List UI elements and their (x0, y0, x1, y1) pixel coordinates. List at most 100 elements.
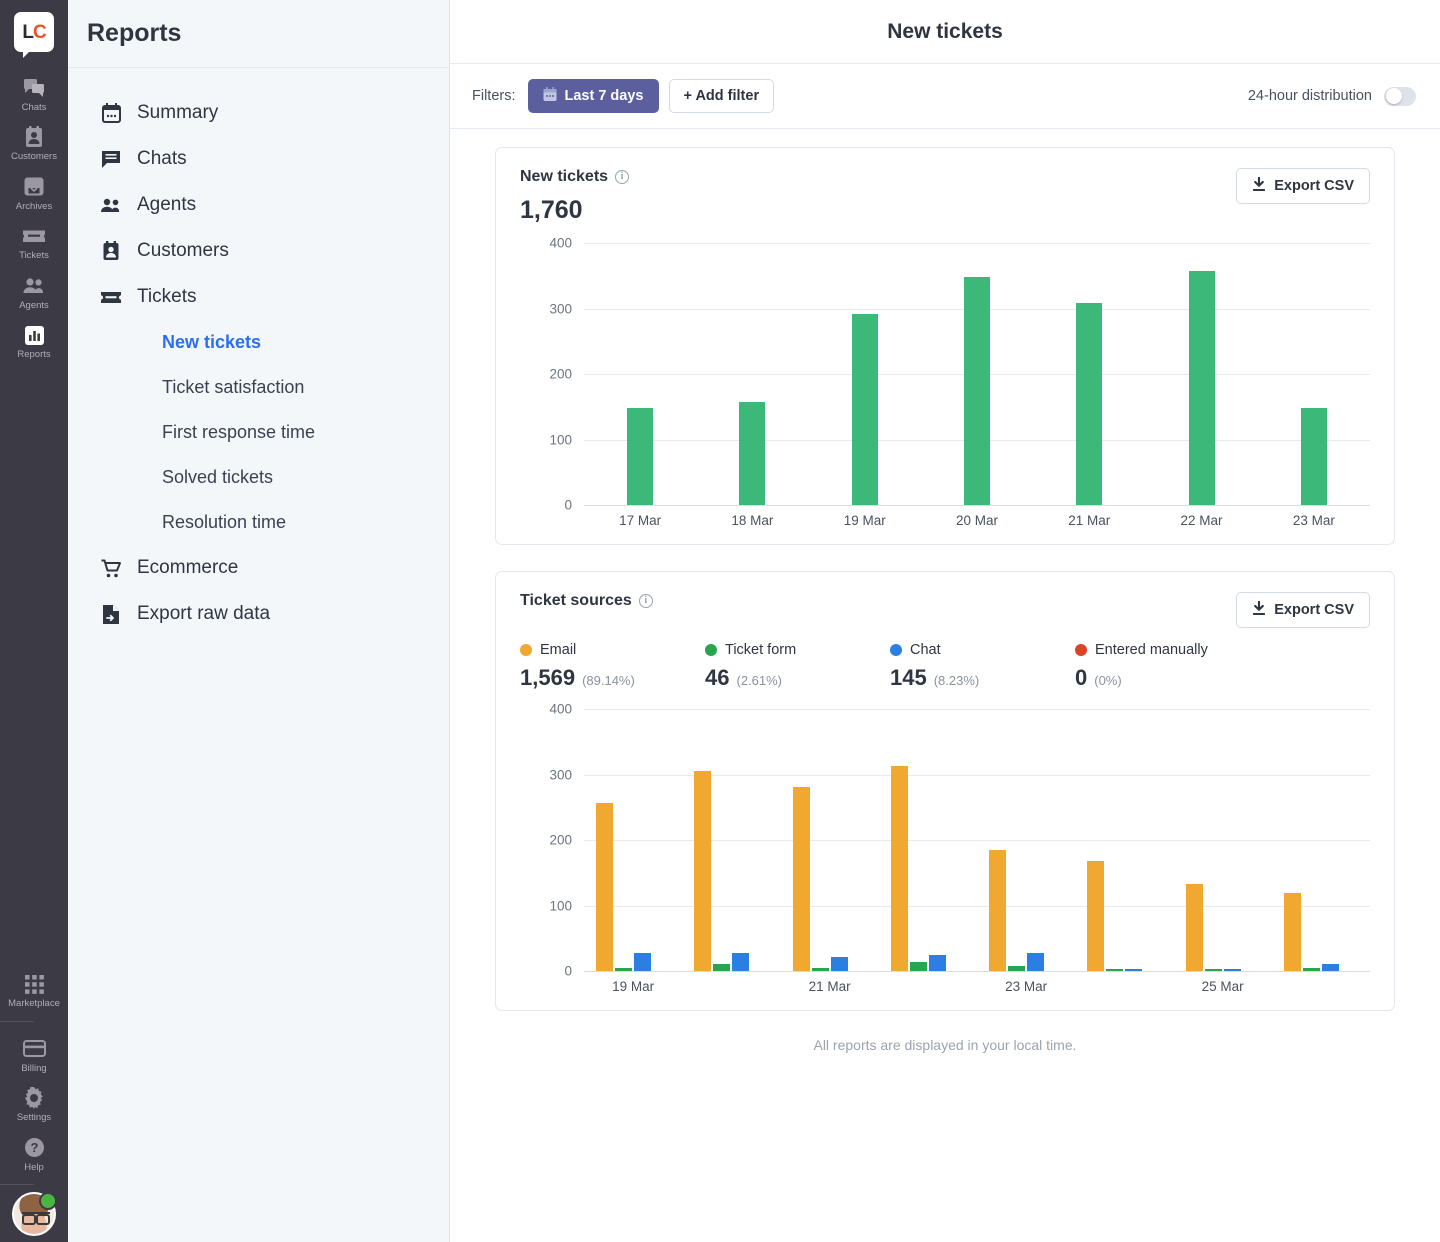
rail-item-archives[interactable]: Archives (0, 167, 68, 216)
sidebar-item-resolution-time[interactable]: Resolution time (68, 500, 449, 545)
global-nav-rail: LC Chats Customers Archives Tickets Agen… (0, 0, 68, 1242)
bar-group (584, 709, 682, 971)
sidebar-item-ticket-satisfaction[interactable]: Ticket satisfaction (68, 365, 449, 410)
bar-group (977, 709, 1075, 971)
avatar[interactable] (12, 1192, 57, 1236)
bar-email-26-Mar[interactable] (1283, 893, 1301, 971)
bar-new-tickets-19-Mar[interactable] (851, 314, 878, 505)
bar-email-20-Mar[interactable] (694, 770, 712, 971)
rail-item-agents[interactable]: Agents (0, 266, 68, 315)
bar-group (1272, 709, 1370, 971)
rail-item-billing[interactable]: Billing (0, 1029, 68, 1078)
bar-new-tickets-17-Mar[interactable] (627, 408, 654, 505)
x-axis-tick (682, 979, 780, 994)
bar-chat-25-Mar[interactable] (1223, 969, 1241, 971)
rail-item-marketplace[interactable]: Marketplace (0, 964, 68, 1013)
export-csv-button-new-tickets[interactable]: Export CSV (1236, 168, 1370, 204)
nav-item-export-raw-data[interactable]: Export raw data (68, 591, 449, 637)
bar-ticket-form-25-Mar[interactable] (1204, 969, 1222, 971)
bar-ticket-form-19-Mar[interactable] (615, 967, 633, 971)
24-hour-distribution-toggle[interactable] (1384, 86, 1416, 106)
legend-label: Entered manually (1095, 642, 1208, 658)
nav-label-tickets: Tickets (137, 286, 197, 307)
nav-item-tickets[interactable]: Tickets (68, 274, 449, 320)
y-axis-tick-300: 300 (549, 767, 572, 782)
nav-item-summary[interactable]: Summary (68, 90, 449, 136)
bar-email-19-Mar[interactable] (596, 803, 614, 971)
rail-item-help[interactable]: ? Help (0, 1128, 68, 1177)
nav-item-chats[interactable]: Chats (68, 136, 449, 182)
bar-new-tickets-22-Mar[interactable] (1188, 271, 1215, 505)
livechat-logo[interactable]: LC (14, 12, 54, 58)
rail-item-chats[interactable]: Chats (0, 68, 68, 117)
rail-item-settings[interactable]: Settings (0, 1078, 68, 1127)
tickets-icon (22, 223, 46, 249)
gridline-0 (584, 505, 1370, 506)
legend-percent: (0%) (1094, 673, 1122, 688)
bar-ticket-form-20-Mar[interactable] (713, 964, 731, 971)
bar-chat-23-Mar[interactable] (1027, 952, 1045, 971)
bar-ticket-form-22-Mar[interactable] (909, 961, 927, 971)
ticket-sources-card: Ticket sources i Export CSV Email 1,569 (8… (495, 571, 1395, 1011)
bar-chat-26-Mar[interactable] (1321, 964, 1339, 971)
legend-item-email[interactable]: Email 1,569 (89.14%) (520, 642, 705, 691)
ticket-sources-chart: 0 100 200 300 400 19 Mar 21 Mar 23 Mar 25 Mar (520, 702, 1370, 994)
sidebar-item-first-response-time[interactable]: First response time (68, 410, 449, 455)
bar-new-tickets-18-Mar[interactable] (739, 401, 766, 505)
rail-item-tickets[interactable]: Tickets (0, 216, 68, 265)
distribution-toggle-group: 24-hour distribution (1248, 86, 1416, 106)
bar-chat-24-Mar[interactable] (1125, 969, 1143, 971)
legend-dot (1075, 644, 1087, 656)
rail-label-archives: Archives (15, 200, 53, 212)
rail-item-reports[interactable]: Reports (0, 315, 68, 364)
bar-ticket-form-23-Mar[interactable] (1008, 965, 1026, 971)
rail-label-customers: Customers (11, 151, 57, 163)
legend-item-ticket-form[interactable]: Ticket form 46 (2.61%) (705, 642, 890, 691)
info-icon[interactable]: i (615, 170, 630, 184)
reports-scroll-area[interactable]: New tickets i 1,760 Export CSV 0 100 200 30… (450, 129, 1440, 1242)
bar-group (584, 243, 696, 505)
bar-ticket-form-24-Mar[interactable] (1106, 969, 1124, 971)
bar-chat-20-Mar[interactable] (732, 953, 750, 971)
app-root: LC Chats Customers Archives Tickets Agen… (0, 0, 1440, 1242)
bar-ticket-form-21-Mar[interactable] (811, 967, 829, 971)
date-range-filter-chip[interactable]: Last 7 days (527, 79, 659, 113)
add-filter-button[interactable]: + Add filter (668, 79, 775, 113)
bar-chat-22-Mar[interactable] (928, 955, 946, 971)
main-content: New tickets Filters: Last 7 days + Add f… (450, 0, 1440, 1242)
bar-new-tickets-21-Mar[interactable] (1076, 303, 1103, 505)
bar-group (921, 243, 1033, 505)
ticket-sources-card-header: Ticket sources i Export CSV (520, 592, 1370, 628)
bar-group (1174, 709, 1272, 971)
bar-new-tickets-23-Mar[interactable] (1300, 408, 1327, 505)
legend-item-chat[interactable]: Chat 145 (8.23%) (890, 642, 1075, 691)
bar-chat-19-Mar[interactable] (634, 952, 652, 971)
download-icon (1252, 175, 1266, 196)
bar-email-23-Mar[interactable] (989, 849, 1007, 971)
bar-new-tickets-20-Mar[interactable] (963, 277, 990, 505)
bar-email-21-Mar[interactable] (792, 786, 810, 971)
bar-email-22-Mar[interactable] (890, 766, 908, 971)
nav-item-ecommerce[interactable]: Ecommerce (68, 545, 449, 591)
bar-ticket-form-26-Mar[interactable] (1302, 968, 1320, 971)
chats-icon (23, 75, 45, 101)
x-axis-tick: 17 Mar (619, 513, 662, 528)
nav-item-customers[interactable]: Customers (68, 228, 449, 274)
legend-item-entered-manually[interactable]: Entered manually 0 (0%) (1075, 642, 1260, 691)
bar-group-container (584, 243, 1370, 505)
bar-email-24-Mar[interactable] (1087, 860, 1105, 971)
nav-item-agents[interactable]: Agents (68, 182, 449, 228)
rail-item-customers[interactable]: Customers (0, 117, 68, 166)
legend-label: Chat (910, 642, 941, 658)
rail-label-tickets: Tickets (19, 250, 49, 262)
export-csv-button-ticket-sources[interactable]: Export CSV (1236, 592, 1370, 628)
bar-email-25-Mar[interactable] (1185, 883, 1203, 971)
billing-icon (22, 1036, 46, 1062)
info-icon[interactable]: i (638, 594, 653, 608)
sidebar-item-solved-tickets[interactable]: Solved tickets (68, 455, 449, 500)
logo-text-right: C (32, 21, 47, 43)
sidebar-item-new-tickets[interactable]: New tickets (68, 320, 449, 365)
legend-value: 0 (1075, 665, 1088, 690)
ticket-icon (100, 290, 122, 305)
bar-chat-21-Mar[interactable] (830, 956, 848, 971)
